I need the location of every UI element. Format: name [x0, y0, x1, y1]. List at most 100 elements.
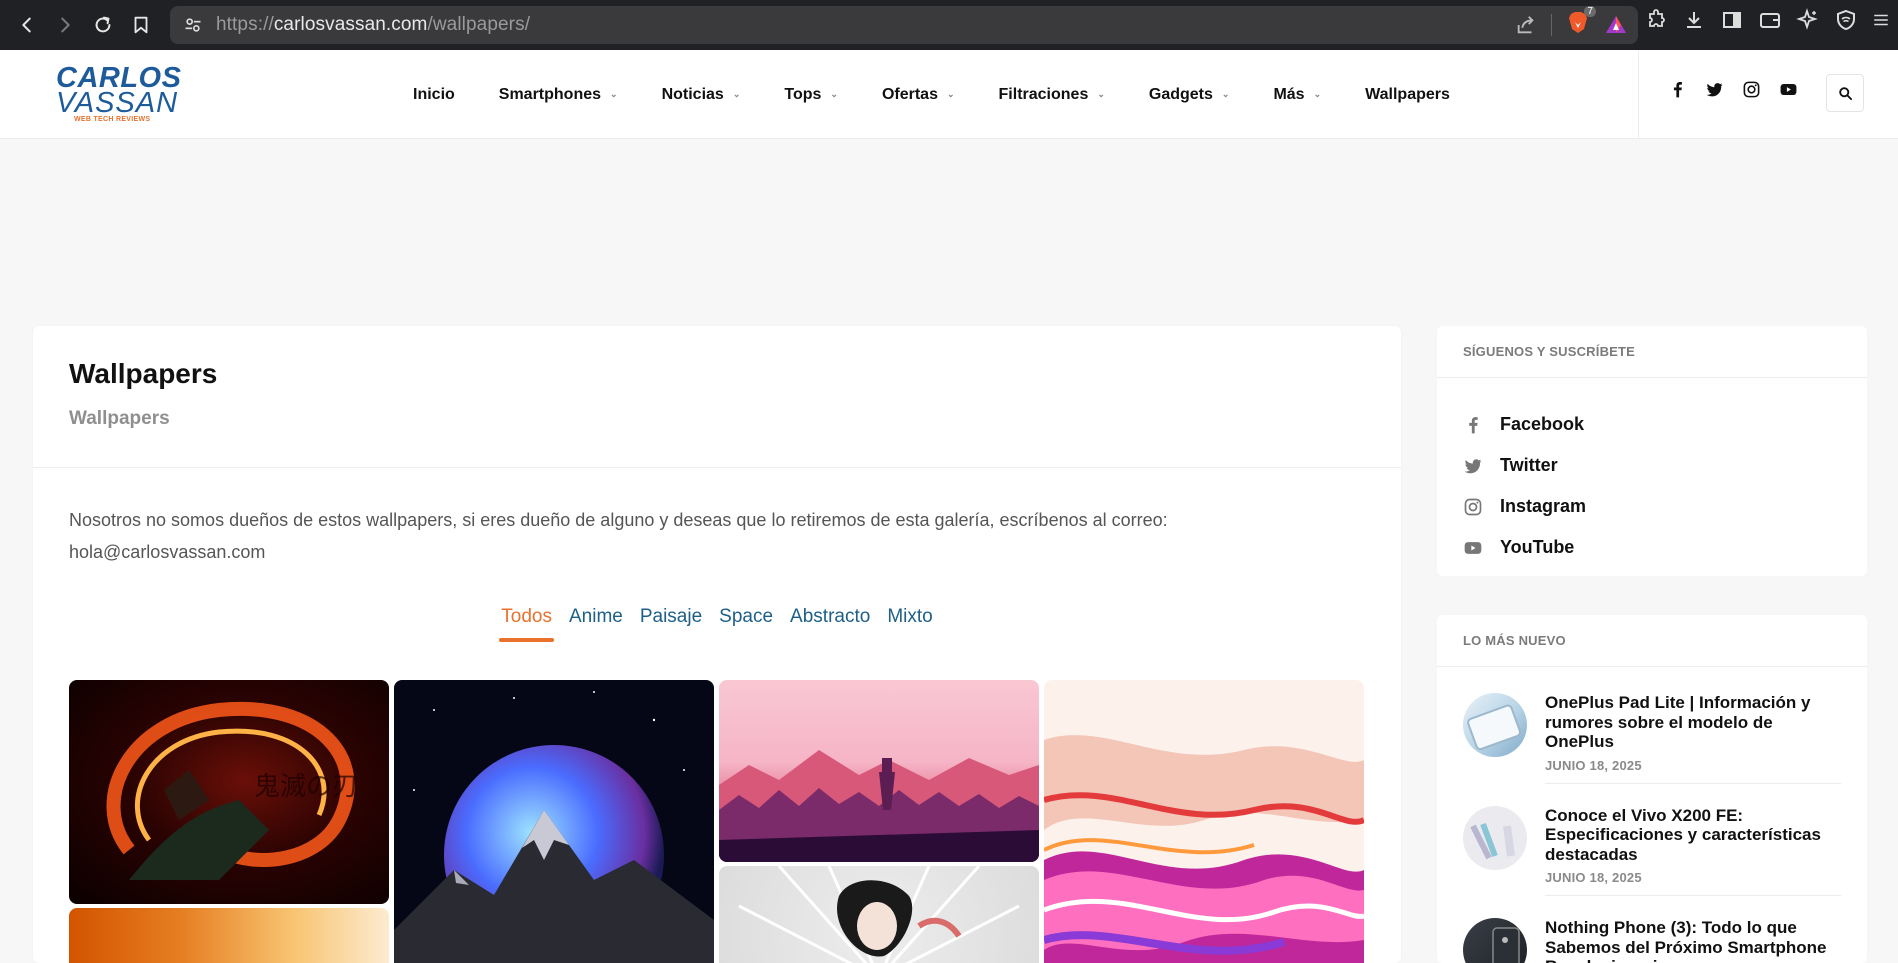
- filter-abstracto[interactable]: Abstracto: [790, 606, 870, 642]
- wallpaper-thumbnail[interactable]: [719, 680, 1039, 862]
- post-title[interactable]: Conoce el Vivo X200 FE: Especificaciones…: [1545, 806, 1841, 865]
- follow-instagram[interactable]: Instagram: [1463, 486, 1841, 527]
- follow-label: Instagram: [1500, 496, 1587, 516]
- filter-anime[interactable]: Anime: [569, 606, 623, 642]
- gallery-filters: Todos Anime Paisaje Space Abstracto Mixt…: [33, 606, 1401, 642]
- content-card: Wallpapers Wallpapers Nosotros no somos …: [33, 326, 1401, 963]
- url-divider: [1551, 13, 1552, 36]
- site-logo[interactable]: CARLOS VASSAN WEB TECH REVIEWS: [56, 64, 181, 124]
- reload-icon: [95, 16, 111, 33]
- shield-count-badge: 7: [1584, 6, 1596, 17]
- nav-label: Más: [1273, 85, 1305, 103]
- post-thumbnail[interactable]: [1463, 918, 1527, 963]
- forward-button[interactable]: [48, 8, 82, 42]
- chevron-down-icon: ⌄: [1221, 89, 1230, 99]
- search-button[interactable]: [1826, 74, 1864, 112]
- back-button[interactable]: [10, 8, 44, 42]
- chevron-down-icon: ⌄: [732, 89, 741, 99]
- phone-image: [1470, 822, 1515, 859]
- post-thumbnail[interactable]: [1463, 805, 1527, 870]
- post-title[interactable]: OnePlus Pad Lite | Información y rumores…: [1545, 693, 1841, 752]
- back-icon: [22, 17, 31, 33]
- bookmark-button[interactable]: [124, 8, 158, 42]
- nav-item-filtraciones[interactable]: Filtraciones ⌄: [999, 86, 1105, 104]
- fire-anime-art: 鬼滅の刃: [106, 701, 358, 880]
- wallet-icon[interactable]: [1758, 8, 1782, 32]
- nav-item-tops[interactable]: Tops ⌄: [784, 86, 838, 104]
- url-scheme: https://: [216, 14, 274, 35]
- post-date: JUNIO 18, 2025: [1545, 757, 1642, 773]
- nav-item-mas[interactable]: Más ⌄: [1273, 86, 1321, 104]
- address-bar[interactable]: https://carlosvassan.com/wallpapers/ 7: [170, 6, 1638, 44]
- browser-toolbar: https://carlosvassan.com/wallpapers/ 7: [0, 0, 1898, 50]
- filter-todos[interactable]: Todos: [499, 606, 554, 642]
- breadcrumb[interactable]: Wallpapers: [69, 408, 170, 430]
- follow-youtube[interactable]: YouTube: [1463, 527, 1841, 568]
- reload-button[interactable]: [86, 8, 120, 42]
- site-settings-icon[interactable]: [176, 15, 210, 35]
- post-thumbnail[interactable]: [1463, 693, 1527, 757]
- youtube-icon: [1464, 541, 1482, 554]
- instagram-icon: [1464, 498, 1482, 515]
- nav-item-gadgets[interactable]: Gadgets ⌄: [1149, 86, 1230, 104]
- post-item[interactable]: OnePlus Pad Lite | Información y rumores…: [1437, 693, 1867, 784]
- forward-icon: [61, 17, 70, 33]
- filter-space[interactable]: Space: [719, 606, 773, 642]
- anime-girl-art: [738, 866, 1020, 963]
- chevron-down-icon: ⌄: [946, 89, 955, 99]
- share-icon[interactable]: [1515, 14, 1537, 36]
- nav-label: Filtraciones: [998, 85, 1089, 103]
- facebook-icon[interactable]: [1668, 80, 1687, 99]
- download-icon[interactable]: [1682, 8, 1706, 32]
- follow-label: Facebook: [1500, 414, 1585, 434]
- nav-label: Smartphones: [498, 85, 602, 103]
- widget-heading: SÍGUENOS Y SUSCRÍBETE: [1437, 326, 1867, 378]
- wallpaper-thumbnail[interactable]: 鬼滅の刃: [69, 680, 389, 904]
- follow-widget: SÍGUENOS Y SUSCRÍBETE Facebook Twitter I…: [1437, 326, 1867, 576]
- latest-posts-widget: LO MÁS NUEVO OnePlus Pad Lite | Informac…: [1437, 615, 1867, 963]
- nav-item-noticias[interactable]: Noticias ⌄: [662, 86, 741, 104]
- chevron-down-icon: ⌄: [610, 89, 618, 99]
- url-text[interactable]: https://carlosvassan.com/wallpapers/: [216, 14, 530, 36]
- sidebar-toggle-icon[interactable]: [1720, 8, 1744, 32]
- twitter-icon: [1464, 458, 1482, 473]
- nav-label: Noticias: [661, 85, 724, 103]
- follow-facebook[interactable]: Facebook: [1463, 404, 1841, 445]
- nav-label: Gadgets: [1148, 85, 1213, 103]
- wallpaper-thumbnail[interactable]: [394, 680, 714, 963]
- filter-mixto[interactable]: Mixto: [887, 606, 932, 642]
- chevron-down-icon: ⌄: [1097, 89, 1105, 99]
- leo-ai-icon[interactable]: [1796, 8, 1820, 32]
- youtube-icon[interactable]: [1779, 80, 1798, 99]
- abstract-fluid-art: [1044, 735, 1364, 963]
- nav-item-ofertas[interactable]: Ofertas ⌄: [882, 86, 955, 104]
- post-date: JUNIO 18, 2025: [1545, 870, 1642, 885]
- firewatch-landscape-art: [719, 750, 1039, 862]
- post-item[interactable]: Nothing Phone (3): Todo lo que Sabemos d…: [1437, 918, 1867, 963]
- brave-shields-button[interactable]: 7: [1566, 6, 1596, 39]
- nav-item-wallpapers[interactable]: Wallpapers: [1365, 86, 1450, 104]
- post-title[interactable]: Nothing Phone (3): Todo lo que Sabemos d…: [1545, 918, 1841, 963]
- nav-item-smartphones[interactable]: Smartphones ⌄: [499, 86, 618, 104]
- space-mountain-art: [394, 691, 714, 963]
- twitter-icon[interactable]: [1705, 80, 1724, 99]
- nav-item-inicio[interactable]: Inicio: [413, 86, 455, 104]
- wallpaper-thumbnail[interactable]: [1044, 680, 1364, 963]
- vpn-shield-icon[interactable]: [1834, 8, 1858, 32]
- page-title: Wallpapers: [69, 358, 218, 389]
- follow-twitter[interactable]: Twitter: [1463, 445, 1841, 486]
- filter-paisaje[interactable]: Paisaje: [640, 606, 702, 642]
- menu-icon[interactable]: [1872, 8, 1890, 32]
- url-path: /wallpapers/: [427, 14, 531, 35]
- wallpaper-thumbnail[interactable]: [69, 908, 389, 963]
- chevron-down-icon: ⌄: [830, 89, 838, 99]
- wallpaper-thumbnail[interactable]: [719, 866, 1039, 963]
- url-host: carlosvassan.com: [273, 14, 428, 35]
- post-item[interactable]: Conoce el Vivo X200 FE: Especificaciones…: [1437, 805, 1867, 896]
- copyright-notice: Nosotros no somos dueños de estos wallpa…: [69, 510, 1168, 562]
- facebook-icon: [1469, 416, 1478, 433]
- extensions-icon[interactable]: [1644, 8, 1668, 32]
- brave-rewards-icon[interactable]: [1604, 13, 1628, 37]
- widget-heading: LO MÁS NUEVO: [1437, 615, 1867, 667]
- instagram-icon[interactable]: [1742, 80, 1761, 99]
